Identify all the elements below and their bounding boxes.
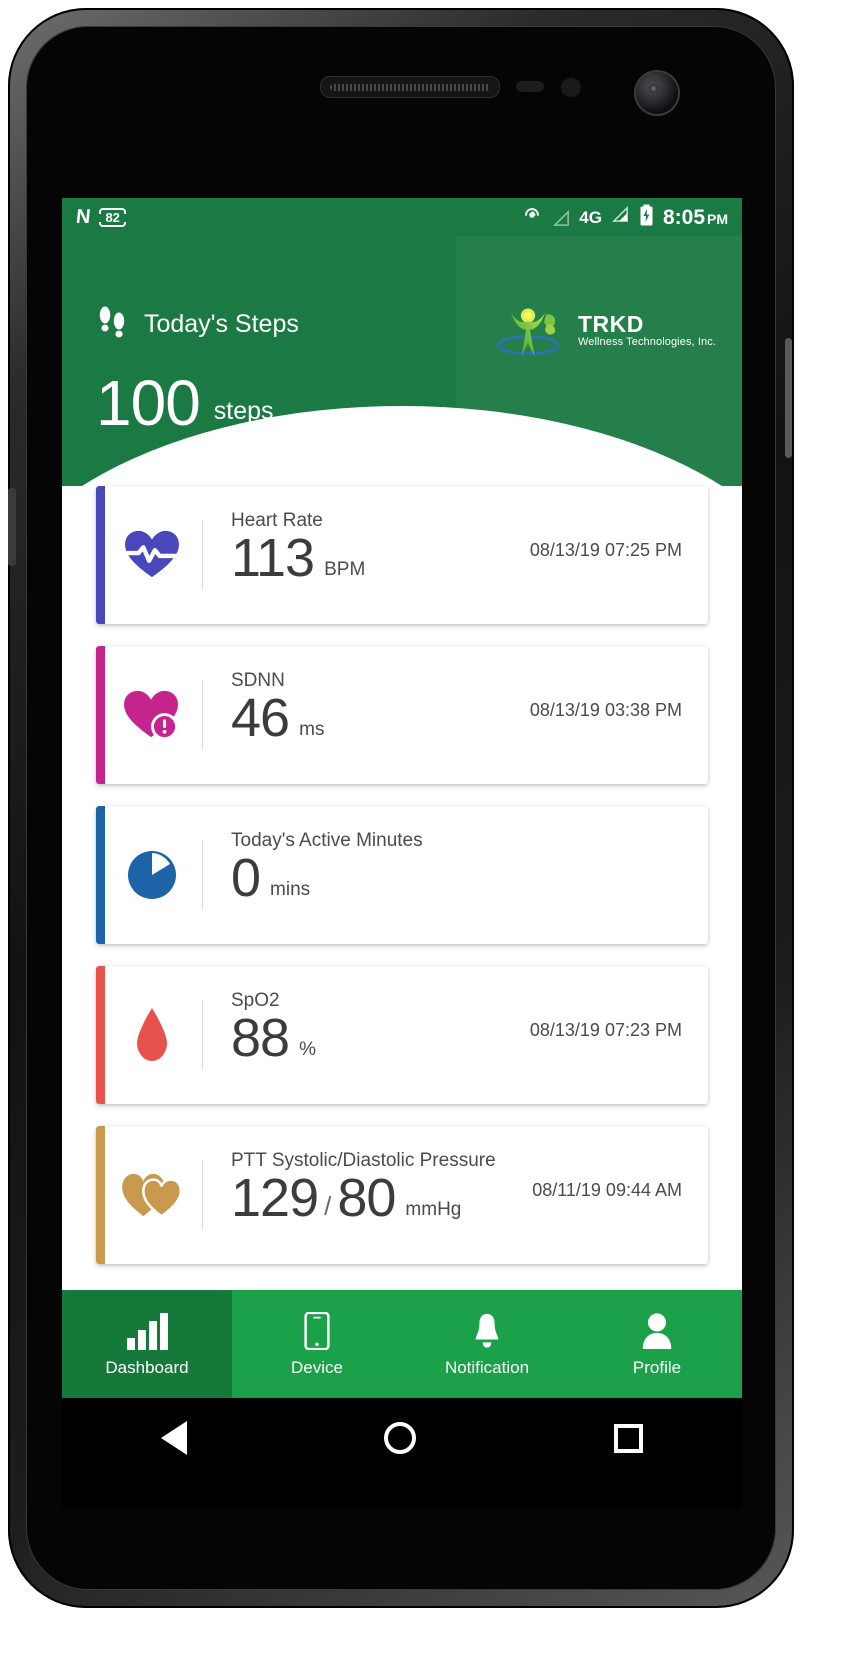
- card-accent-bar: [96, 486, 105, 624]
- volume-button[interactable]: [8, 488, 16, 566]
- tab-profile[interactable]: Profile: [572, 1290, 742, 1398]
- battery-badge: 82: [99, 207, 127, 227]
- metric-card-sdnn[interactable]: SDNN 46 ms 08/13/19 03:38 PM: [96, 646, 708, 784]
- signal-icon: [611, 205, 630, 229]
- steps-unit: steps: [213, 397, 274, 426]
- power-button[interactable]: [785, 338, 792, 458]
- card-accent-bar: [96, 806, 105, 944]
- card-accent-bar: [96, 646, 105, 784]
- pie-clock-icon: [96, 849, 202, 901]
- card-accent-bar: [96, 966, 105, 1104]
- brand-name: TRKD: [577, 310, 644, 337]
- heart-alert-icon: [96, 689, 202, 741]
- network-type-label: 4G: [579, 207, 602, 227]
- metric-timestamp: 08/13/19 07:25 PM: [529, 540, 682, 560]
- metric-separator: /: [324, 1190, 332, 1221]
- brand-block: TRKD Wellness Technologies, Inc.: [490, 290, 716, 371]
- metric-unit: mmHg: [405, 1198, 462, 1220]
- screenshot-stage: N 82 4G 8:05 PM Today's Steps 100 steps …: [0, 0, 856, 1676]
- bell-icon: [470, 1312, 504, 1350]
- person-icon: [640, 1312, 674, 1350]
- back-triangle-icon[interactable]: [160, 1421, 187, 1455]
- dashboard-header: Today's Steps 100 steps TRKD Wellness Te…: [62, 236, 742, 486]
- recent-square-icon[interactable]: [614, 1423, 644, 1453]
- signal-empty-icon: [552, 209, 570, 226]
- proximity-sensor: [516, 81, 544, 92]
- card-accent-bar: [96, 1126, 105, 1264]
- metric-unit: ms: [299, 718, 325, 740]
- phone-screen: N 82 4G 8:05 PM Today's Steps 100 steps …: [62, 198, 742, 1398]
- metric-unit: BPM: [324, 558, 366, 580]
- metric-timestamp: 08/13/19 07:23 PM: [529, 1020, 682, 1040]
- metric-value: 46: [231, 688, 290, 748]
- metric-value: 0: [231, 848, 261, 908]
- steps-value-row: 100 steps: [96, 367, 274, 439]
- metric-card-spo2[interactable]: SpO2 88 % 08/13/19 07:23 PM: [96, 966, 708, 1104]
- steps-title: Today's Steps: [144, 309, 299, 338]
- tab-dashboard[interactable]: Dashboard: [62, 1290, 232, 1398]
- metric-value: 88: [231, 1008, 290, 1068]
- status-bar-clock: 8:05 PM: [662, 205, 728, 229]
- heart-pulse-icon: [96, 529, 202, 581]
- bar-chart-icon: [125, 1312, 169, 1350]
- bottom-tab-bar: Dashboard Device Notification Profile: [62, 1290, 742, 1398]
- smartphone-icon: [303, 1312, 331, 1350]
- metric-timestamp: 08/13/19 03:38 PM: [529, 700, 682, 720]
- steps-title-row: Today's Steps: [96, 304, 299, 344]
- tab-label: Profile: [632, 1358, 682, 1377]
- double-heart-icon: [96, 1170, 202, 1220]
- cast-icon: [521, 204, 543, 231]
- footsteps-icon: [96, 304, 130, 344]
- metric-card-active-minutes[interactable]: Today's Active Minutes 0 mins: [96, 806, 708, 944]
- android-n-logo-icon: N: [74, 206, 91, 228]
- blood-drop-icon: [96, 1006, 202, 1064]
- trkd-wellness-logo-icon: [490, 290, 566, 371]
- tab-label: Dashboard: [105, 1358, 189, 1377]
- brand-tagline: Wellness Technologies, Inc.: [577, 335, 716, 348]
- android-navigation-bar: [62, 1398, 742, 1478]
- metric-value-row: 88 %: [231, 1008, 316, 1068]
- steps-value: 100: [96, 367, 201, 439]
- tab-notification[interactable]: Notification: [402, 1290, 572, 1398]
- metric-card-heart-rate[interactable]: Heart Rate 113 BPM 08/13/19 07:25 PM: [96, 486, 708, 624]
- tab-label: Notification: [444, 1358, 530, 1377]
- metric-unit: mins: [270, 878, 311, 900]
- battery-charging-icon: [639, 204, 654, 231]
- screen-bottom-filler: [62, 1478, 742, 1508]
- front-camera: [636, 72, 678, 114]
- metric-value: 113: [231, 528, 315, 588]
- metric-value-row: 113 BPM: [231, 528, 366, 588]
- metric-card-ptt-pressure[interactable]: PTT Systolic/Diastolic Pressure 129 / 80…: [96, 1126, 708, 1264]
- home-circle-icon[interactable]: [384, 1422, 417, 1454]
- metric-value-row: 0 mins: [231, 848, 311, 908]
- metric-value-row: 129 / 80 mmHg: [231, 1168, 462, 1228]
- earpiece-speaker: [320, 76, 500, 98]
- tab-label: Device: [291, 1358, 343, 1377]
- tab-device[interactable]: Device: [232, 1290, 402, 1398]
- status-bar: N 82 4G 8:05 PM: [62, 198, 742, 236]
- metric-value-diastolic: 80: [337, 1168, 396, 1228]
- metric-card-list: Heart Rate 113 BPM 08/13/19 07:25 PM SDN…: [62, 486, 742, 1286]
- metric-value-systolic: 129: [231, 1168, 319, 1228]
- metric-timestamp: 08/11/19 09:44 AM: [532, 1180, 682, 1200]
- metric-value-row: 46 ms: [231, 688, 325, 748]
- metric-unit: %: [299, 1038, 316, 1060]
- light-sensor: [561, 78, 581, 97]
